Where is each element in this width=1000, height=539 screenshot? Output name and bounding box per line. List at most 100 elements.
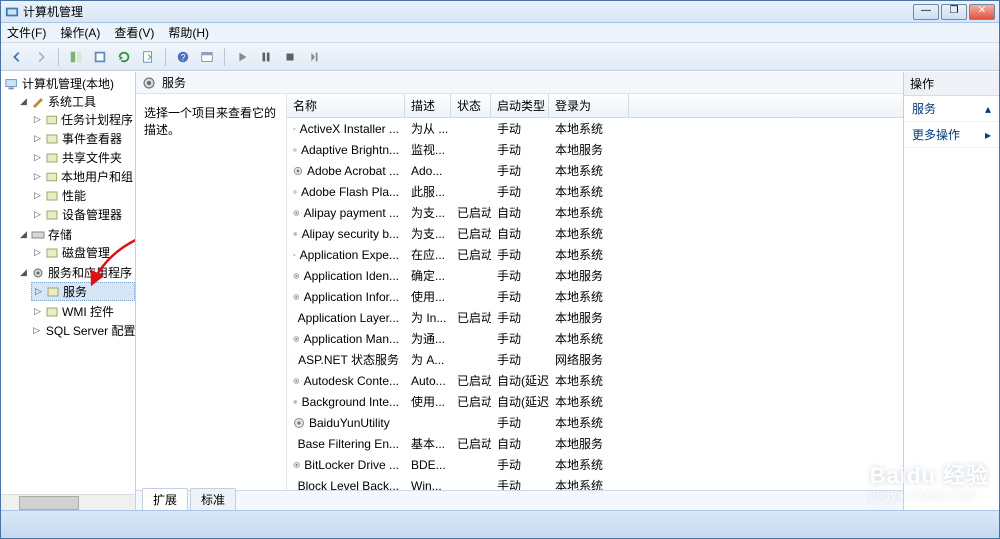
- cell-name: Adaptive Brightn...: [287, 139, 405, 160]
- services-list[interactable]: 名称 描述 状态 启动类型 登录为 ActiveX Installer ...为…: [286, 94, 903, 490]
- tree-scrollbar[interactable]: [1, 494, 135, 510]
- cell-startup: 手动: [491, 244, 549, 265]
- expander-icon[interactable]: ▷: [34, 287, 43, 296]
- more-actions[interactable]: 更多操作 ▸: [912, 126, 991, 143]
- show-hide-button[interactable]: [66, 47, 86, 67]
- col-name[interactable]: 名称: [287, 94, 405, 117]
- restart-service-button[interactable]: [304, 47, 324, 67]
- expander-icon[interactable]: ◢: [19, 97, 28, 106]
- expander-icon[interactable]: ▷: [33, 307, 42, 316]
- properties-button[interactable]: [197, 47, 217, 67]
- cell-name: BaiduYunUtility: [287, 412, 405, 433]
- tree-item[interactable]: ▷SQL Server 配置管理器: [31, 322, 135, 339]
- actions-header: 操作: [904, 72, 999, 96]
- export-list-button[interactable]: [138, 47, 158, 67]
- table-row[interactable]: Base Filtering En...基本...已启动自动本地服务: [287, 433, 903, 454]
- table-row[interactable]: Autodesk Conte...Auto...已启动自动(延迟...本地系统: [287, 370, 903, 391]
- back-button[interactable]: [7, 47, 27, 67]
- scroll-thumb[interactable]: [19, 496, 79, 510]
- export-button[interactable]: [90, 47, 110, 67]
- tab-standard[interactable]: 标准: [190, 488, 236, 510]
- expander-icon[interactable]: ▷: [33, 115, 42, 124]
- table-row[interactable]: Application Layer...为 In...已启动手动本地服务: [287, 307, 903, 328]
- table-row[interactable]: ActiveX Installer ...为从 ...手动本地系统: [287, 118, 903, 139]
- table-row[interactable]: Adobe Flash Pla...此服...手动本地系统: [287, 181, 903, 202]
- tree-item[interactable]: ▷性能: [31, 187, 135, 204]
- tree-item[interactable]: ▷任务计划程序: [31, 111, 135, 128]
- expander-icon[interactable]: ▷: [33, 210, 42, 219]
- stop-service-button[interactable]: [280, 47, 300, 67]
- expander-icon[interactable]: ▷: [33, 191, 42, 200]
- table-row[interactable]: Adaptive Brightn...监视...手动本地服务: [287, 139, 903, 160]
- table-row[interactable]: ASP.NET 状态服务为 A...手动网络服务: [287, 349, 903, 370]
- close-button[interactable]: ✕: [969, 4, 995, 20]
- expander-icon[interactable]: ▷: [33, 134, 42, 143]
- tree-item[interactable]: ▷WMI 控件: [31, 303, 135, 320]
- table-row[interactable]: Adobe Acrobat ...Ado...手动本地系统: [287, 160, 903, 181]
- tree-label: 设备管理器: [62, 206, 122, 223]
- col-status[interactable]: 状态: [451, 94, 491, 117]
- cell-desc: Auto...: [405, 370, 451, 391]
- tree-storage[interactable]: ◢ 存储: [17, 226, 135, 243]
- app-window: 计算机管理 — ❐ ✕ 文件(F) 操作(A) 查看(V) 帮助(H) ?: [0, 0, 1000, 539]
- gear-icon: [31, 267, 45, 279]
- tree-item[interactable]: ▷ 设备管理器: [31, 206, 135, 223]
- cell-status: 已启动: [451, 223, 491, 244]
- title-bar: 计算机管理 — ❐ ✕: [1, 1, 999, 23]
- table-row[interactable]: Background Inte...使用...已启动自动(延迟...本地系统: [287, 391, 903, 412]
- table-row[interactable]: Alipay payment ...为支...已启动自动本地系统: [287, 202, 903, 223]
- pause-service-button[interactable]: [256, 47, 276, 67]
- expander-icon[interactable]: ▷: [33, 172, 42, 181]
- tree-root[interactable]: 计算机管理(本地): [3, 75, 135, 92]
- expander-icon[interactable]: ▷: [33, 326, 40, 335]
- tree-item[interactable]: ▷事件查看器: [31, 130, 135, 147]
- table-row[interactable]: Application Expe...在应...已启动手动本地系统: [287, 244, 903, 265]
- minimize-button[interactable]: —: [913, 4, 939, 20]
- tree-system-tools[interactable]: ◢系统工具: [17, 93, 135, 110]
- tree-item[interactable]: ▷本地用户和组: [31, 168, 135, 185]
- services-icon: [142, 76, 156, 90]
- cell-status: [451, 475, 491, 490]
- tab-extended[interactable]: 扩展: [142, 488, 188, 510]
- tree-services-apps[interactable]: ◢服务和应用程序: [17, 264, 135, 281]
- help-button[interactable]: ?: [173, 47, 193, 67]
- col-startup[interactable]: 启动类型: [491, 94, 549, 117]
- tree-label: 计算机管理(本地): [22, 75, 114, 92]
- table-row[interactable]: Application Man...为通...手动本地系统: [287, 328, 903, 349]
- table-row[interactable]: Block Level Back...Win...手动本地系统: [287, 475, 903, 490]
- table-row[interactable]: BitLocker Drive ...BDE...手动本地系统: [287, 454, 903, 475]
- cell-startup: 自动(延迟...: [491, 391, 549, 412]
- cell-startup: 手动: [491, 412, 549, 433]
- actions-more[interactable]: 更多操作 ▸: [904, 122, 999, 148]
- tree-item[interactable]: ▷磁盘管理: [31, 244, 135, 261]
- menu-file[interactable]: 文件(F): [7, 24, 46, 41]
- col-desc[interactable]: 描述: [405, 94, 451, 117]
- tree-item[interactable]: ▷共享文件夹: [31, 149, 135, 166]
- forward-button[interactable]: [31, 47, 51, 67]
- table-row[interactable]: Application Iden...确定...手动本地服务: [287, 265, 903, 286]
- description-prompt: 选择一个项目来查看它的描述。: [144, 106, 276, 137]
- table-row[interactable]: Application Infor...使用...手动本地系统: [287, 286, 903, 307]
- expander-icon[interactable]: ▷: [33, 153, 42, 162]
- tree-label: 存储: [48, 226, 72, 243]
- menu-action[interactable]: 操作(A): [60, 24, 100, 41]
- cell-name: Application Infor...: [287, 286, 405, 307]
- col-logon[interactable]: 登录为: [549, 94, 629, 117]
- cell-logon: 本地服务: [549, 307, 629, 328]
- expander-icon[interactable]: ◢: [19, 230, 28, 239]
- nav-tree[interactable]: 计算机管理(本地) ◢系统工具 ▷任务计划程序 ▷事件查看器 ▷共享文件夹 ▷本地用户…: [1, 72, 136, 510]
- expander-icon[interactable]: ◢: [19, 268, 28, 277]
- table-row[interactable]: BaiduYunUtility手动本地系统: [287, 412, 903, 433]
- cell-desc: 基本...: [405, 433, 451, 454]
- refresh-button[interactable]: [114, 47, 134, 67]
- cell-logon: 本地系统: [549, 202, 629, 223]
- table-row[interactable]: Alipay security b...为支...已启动自动本地系统: [287, 223, 903, 244]
- start-service-button[interactable]: [232, 47, 252, 67]
- chevron-right-icon: ▸: [985, 128, 991, 142]
- expander-icon[interactable]: ▷: [33, 248, 42, 257]
- center-header: 服务: [136, 72, 903, 94]
- maximize-button[interactable]: ❐: [941, 4, 967, 20]
- menu-view[interactable]: 查看(V): [114, 24, 154, 41]
- menu-help[interactable]: 帮助(H): [168, 24, 209, 41]
- tree-item[interactable]: ▷服务: [31, 282, 135, 301]
